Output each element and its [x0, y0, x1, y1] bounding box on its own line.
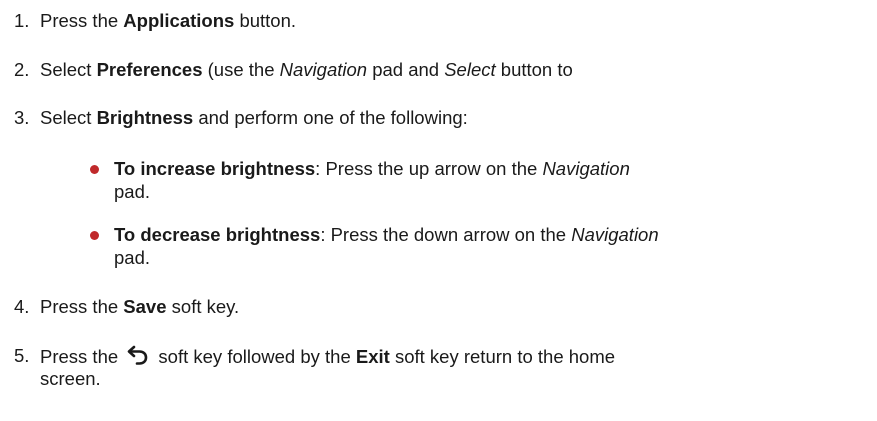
bullet-increase: To increase brightness: Press the up arr… [114, 158, 630, 180]
brightness-term: Brightness [96, 107, 194, 128]
step-text: Press the Applications button. [40, 10, 296, 32]
step-text-mid2: pad and [367, 59, 445, 80]
step-text: Press the soft key followed by the Exit … [40, 345, 615, 368]
step-number: 5. [14, 345, 30, 366]
bullet-dot [90, 165, 99, 174]
step-text: Press the Save soft key. [40, 296, 239, 318]
bullet-decrease: To decrease brightness: Press the down a… [114, 224, 659, 246]
instruction-document: 1. Press the Applications button. 2. Sel… [0, 0, 877, 421]
bullet-heading: To increase brightness [114, 158, 316, 179]
bullet-text: : Press the up arrow on the [315, 158, 543, 179]
step-text-post: button. [234, 10, 297, 31]
preferences-term: Preferences [96, 59, 203, 80]
bullet-heading: To decrease brightness [114, 224, 321, 245]
step-text-pre: Select [40, 59, 97, 80]
navigation-term: Navigation [542, 158, 630, 179]
bullet-decrease-cont: pad. [114, 247, 151, 268]
step-number: 3. [14, 107, 30, 128]
navigation-term: Navigation [279, 59, 368, 80]
step-text-pre: Select [40, 107, 97, 128]
step-text-cont: screen. [40, 368, 101, 389]
step-text-mid: soft key followed by the [153, 346, 356, 367]
bullet-text: : Press the down arrow on the [320, 224, 572, 245]
bullet-increase-cont: pad. [114, 181, 151, 202]
step-text-pre: Press the [40, 346, 124, 367]
step-text-post: button to [495, 59, 573, 80]
step-number: 1. [14, 10, 30, 31]
exit-term: Exit [355, 346, 390, 367]
step-number: 4. [14, 296, 30, 317]
step-text-pre: Press the [40, 10, 124, 31]
step-text-pre: Press the [40, 296, 124, 317]
step-text-post: and perform one of the following: [193, 107, 468, 128]
back-arrow-icon [127, 345, 148, 365]
navigation-term: Navigation [571, 224, 659, 245]
step-number: 2. [14, 59, 30, 80]
step-text-mid: (use the [202, 59, 280, 80]
step-text-post: soft key return to the home [389, 346, 616, 367]
save-term: Save [123, 296, 167, 317]
select-term: Select [444, 59, 496, 80]
bullet-dot [90, 231, 99, 240]
step-text-post: soft key. [166, 296, 240, 317]
applications-term: Applications [123, 10, 235, 31]
step-text: Select Preferences (use the Navigation p… [40, 59, 573, 81]
step-text: Select Brightness and perform one of the… [40, 107, 468, 129]
